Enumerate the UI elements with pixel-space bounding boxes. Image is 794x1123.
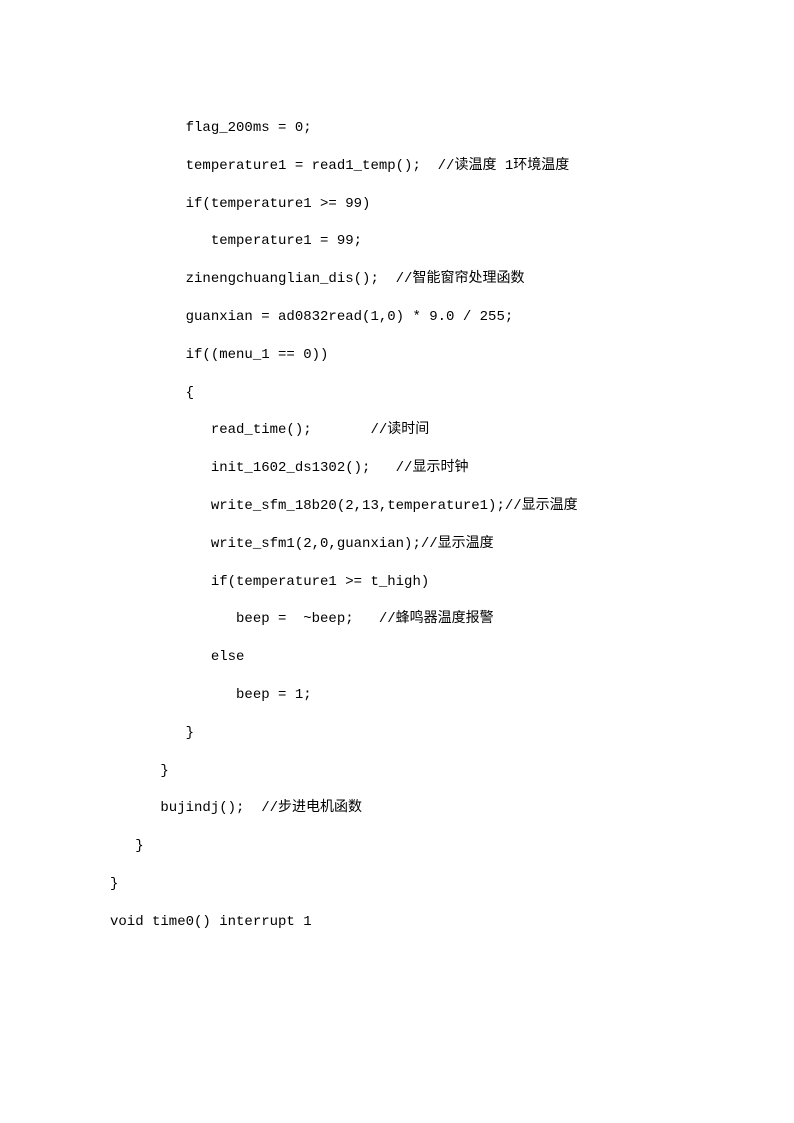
code-line: if(temperature1 >= t_high) <box>110 564 794 602</box>
code-line: flag_200ms = 0; <box>110 110 794 148</box>
code-line: } <box>110 828 794 866</box>
code-line: read_time(); //读时间 <box>110 412 794 450</box>
code-line: zinengchuanglian_dis(); //智能窗帘处理函数 <box>110 261 794 299</box>
code-line: guanxian = ad0832read(1,0) * 9.0 / 255; <box>110 299 794 337</box>
code-line: bujindj(); //步进电机函数 <box>110 790 794 828</box>
code-line: temperature1 = read1_temp(); //读温度 1环境温度 <box>110 148 794 186</box>
code-line: beep = 1; <box>110 677 794 715</box>
code-line: write_sfm1(2,0,guanxian);//显示温度 <box>110 526 794 564</box>
code-line: write_sfm_18b20(2,13,temperature1);//显示温… <box>110 488 794 526</box>
code-line: void time0() interrupt 1 <box>110 904 794 942</box>
code-line: beep = ~beep; //蜂鸣器温度报警 <box>110 601 794 639</box>
code-line: else <box>110 639 794 677</box>
code-line: } <box>110 866 794 904</box>
code-line: } <box>110 715 794 753</box>
code-line: if(temperature1 >= 99) <box>110 186 794 224</box>
code-line: temperature1 = 99; <box>110 223 794 261</box>
code-block: flag_200ms = 0; temperature1 = read1_tem… <box>110 110 794 942</box>
code-line: { <box>110 375 794 413</box>
code-line: if((menu_1 == 0)) <box>110 337 794 375</box>
code-line: } <box>110 753 794 791</box>
code-line: init_1602_ds1302(); //显示时钟 <box>110 450 794 488</box>
